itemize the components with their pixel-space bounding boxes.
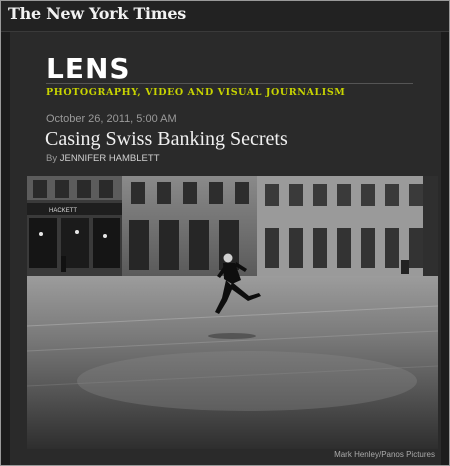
storefront-sign: HACKETT	[49, 208, 77, 214]
blog-tagline: PHOTOGRAPHY, VIDEO AND VISUAL JOURNALISM	[46, 87, 346, 98]
lens-blog-panel: LENS PHOTOGRAPHY, VIDEO AND VISUAL JOURN…	[10, 32, 441, 465]
browser-frame: The New York Times LENS PHOTOGRAPHY, VID…	[0, 0, 450, 466]
author-name[interactable]: JENNIFER HAMBLETT	[60, 153, 160, 164]
photo-credit: Mark Henley/Panos Pictures	[334, 450, 435, 459]
photo-illustration: HACKETT	[27, 176, 438, 449]
post-date: October 26, 2011, 5:00 AM	[46, 113, 177, 125]
header-divider	[46, 83, 413, 84]
byline: By JENNIFER HAMBLETT	[46, 153, 160, 164]
blog-title[interactable]: LENS	[46, 52, 131, 85]
nyt-logo[interactable]: The New York Times	[8, 4, 186, 23]
article-photo[interactable]: HACKETT	[27, 176, 438, 449]
byline-prefix: By	[46, 153, 58, 164]
post-title[interactable]: Casing Swiss Banking Secrets	[45, 128, 288, 151]
nyt-header-bar: The New York Times	[1, 1, 449, 32]
